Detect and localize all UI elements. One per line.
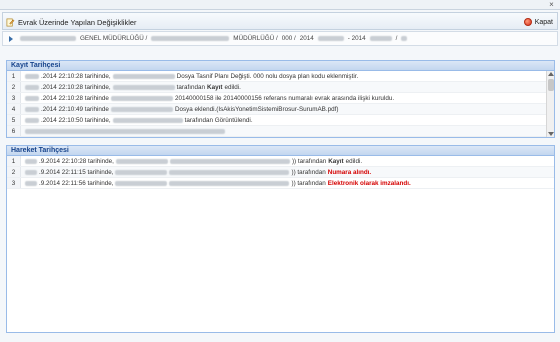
row-date: .9.2014 22:10:28 tarihinde, [39,157,114,165]
row-number: 2 [7,82,21,92]
kayit-tarihcesi-header: Kayıt Tarihçesi [7,61,554,71]
kayit-tarihcesi-panel: Kayıt Tarihçesi 1 .2014 22:10:28 tarihin… [6,60,555,138]
close-circle-icon [523,18,532,26]
redacted-text [25,95,39,101]
row-number: 4 [7,104,21,114]
breadcrumb-part: 000 / [281,35,296,42]
row-action: Numara alındı. [327,168,372,176]
table-row[interactable]: 3 .9.2014 22:11:56 tarihinde, )) tarafın… [7,178,554,189]
redacted-text [110,106,173,112]
redacted-text [317,36,344,41]
redacted-text [112,117,183,123]
redacted-text [151,36,230,41]
redacted-text [25,180,37,186]
redacted-text [20,36,76,41]
row-text: edildi. [345,157,363,165]
hareket-rows[interactable]: 1 .9.2014 22:10:28 tarihinde, )) tarafın… [7,156,554,332]
row-action: Kayıt [328,157,344,165]
row-number: 2 [7,167,21,177]
row-number: 5 [7,115,21,125]
breadcrumb-part: MÜDÜRLÜĞÜ / [233,35,278,42]
kayit-rows[interactable]: 1 .2014 22:10:28 tarihinde, Dosya Tasnif… [7,71,554,137]
row-date: .2014 22:10:49 tarihinde [41,105,109,113]
kayit-vertical-scrollbar[interactable] [546,71,554,137]
scroll-thumb[interactable] [548,79,554,91]
redacted-text [115,180,168,186]
kapat-button[interactable]: Kapat [523,16,553,28]
redacted-text [25,84,39,90]
row-date: .2014 22:10:28 tarihinde, [41,72,111,80]
row-text: Dosya Tasnif Planı Değişti. 000 nolu dos… [176,72,359,80]
redacted-text [369,36,392,41]
breadcrumb-part: - 2014 [347,35,366,42]
row-text: tarafından [176,83,206,91]
toolbar-title-button[interactable]: Evrak Üzerinde Yapılan Değişiklikler [6,16,136,28]
row-text: )) tarafından [291,179,326,187]
hareket-tarihcesi-panel: Hareket Tarihçesi 1 .9.2014 22:10:28 tar… [6,145,555,333]
window-close-icon[interactable]: × [547,0,556,9]
table-row[interactable]: 4 .2014 22:10:49 tarihinde Dosya eklendi… [7,104,554,115]
redacted-text [112,84,175,90]
toolbar-title: Evrak Üzerinde Yapılan Değişiklikler [18,17,137,27]
redacted-text [110,95,173,101]
breadcrumb-arrow-icon[interactable] [9,35,13,42]
row-date: .2014 22:10:28 tarihinde [41,94,109,102]
row-number: 3 [7,178,21,188]
hareket-tarihcesi-header: Hareket Tarihçesi [7,146,554,156]
breadcrumb-part: 2014 [299,35,314,42]
scroll-down-icon[interactable] [548,132,554,136]
row-date: .9.2014 22:11:15 tarihinde, [39,168,114,176]
kapat-label: Kapat [534,18,553,26]
redacted-text [25,106,39,112]
breadcrumb-part: / [395,35,398,42]
window-titlebar: × [0,0,560,10]
row-date: .2014 22:10:50 tarihinde, [41,116,111,124]
redacted-text [115,158,168,164]
redacted-text [25,73,39,79]
redacted-text [115,169,168,175]
redacted-text [25,158,37,164]
table-row[interactable]: 5 .2014 22:10:50 tarihinde, tarafından G… [7,115,554,126]
row-number: 6 [7,126,21,136]
breadcrumb: GENEL MÜDÜRLÜĞÜ / MÜDÜRLÜĞÜ / 000 / 2014… [2,31,558,46]
redacted-text [169,158,290,164]
table-row[interactable]: 2 .2014 22:10:28 tarihinde, tarafından K… [7,82,554,93]
redacted-text [401,36,408,41]
scroll-up-icon[interactable] [548,72,554,76]
row-text: edildi. [224,83,241,91]
table-row[interactable]: 6 [7,126,554,137]
redacted-text [25,128,225,134]
row-date: .9.2014 22:11:56 tarihinde, [39,179,114,187]
edit-document-icon [6,18,15,26]
breadcrumb-part: GENEL MÜDÜRLÜĞÜ / [80,35,148,42]
row-number: 1 [7,71,21,81]
table-row[interactable]: 1 .9.2014 22:10:28 tarihinde, )) tarafın… [7,156,554,167]
row-text: )) tarafından [291,157,327,165]
table-row[interactable]: 2 .9.2014 22:11:15 tarihinde, )) tarafın… [7,167,554,178]
row-text: 20140000158 ile 20140000156 referans num… [174,94,395,102]
row-number: 3 [7,93,21,103]
row-action: Kayıt [207,83,223,91]
redacted-text [112,73,175,79]
redacted-text [25,169,37,175]
row-date: .2014 22:10:28 tarihinde, [41,83,111,91]
row-number: 1 [7,156,21,166]
row-text: tarafından Görüntülendi. [184,116,253,124]
table-row[interactable]: 3 .2014 22:10:28 tarihinde 20140000158 i… [7,93,554,104]
row-text: Dosya eklendi.(IsAkisYonetimSistemiBrosu… [174,105,339,113]
toolbar: Evrak Üzerinde Yapılan Değişiklikler Kap… [2,12,558,30]
redacted-text [169,180,290,186]
row-action: Elektronik olarak imzalandı. [327,179,411,187]
redacted-text [169,169,290,175]
table-row[interactable]: 1 .2014 22:10:28 tarihinde, Dosya Tasnif… [7,71,554,82]
redacted-text [25,117,39,123]
row-text: )) tarafından [291,168,326,176]
